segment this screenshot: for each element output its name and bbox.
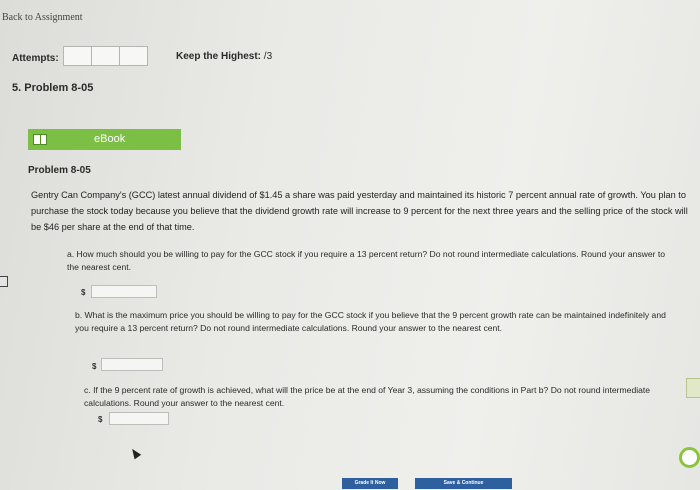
keep-highest-value: /3 (263, 51, 273, 62)
attempt-box-3 (119, 46, 148, 66)
part-c-question: c. If the 9 percent rate of growth is ac… (84, 385, 651, 408)
keep-highest-label: Keep the Highest: (176, 51, 262, 62)
attempt-box-2 (91, 46, 120, 66)
attempt-box-1 (63, 46, 92, 66)
attempts-label: Attempts: (12, 53, 59, 64)
save-continue-button[interactable]: Save & Continue (415, 478, 512, 489)
side-help-icon[interactable] (679, 447, 700, 468)
part-b-answer-input[interactable] (101, 358, 163, 371)
attempts-indicator (63, 46, 148, 66)
part-c-answer-input[interactable] (109, 412, 169, 425)
back-to-assignment-link[interactable]: Back to Assignment (2, 12, 83, 23)
ebook-label[interactable]: eBook (94, 133, 125, 145)
part-b-question: b. What is the maximum price you should … (75, 310, 666, 333)
mouse-cursor-icon (128, 446, 142, 460)
side-toolbar-icon[interactable] (686, 378, 700, 398)
book-icon (33, 134, 47, 145)
part-a-currency: $ (81, 288, 86, 297)
part-c-currency: $ (98, 415, 103, 424)
grade-it-now-button[interactable]: Grade It Now (342, 478, 398, 489)
keep-highest: Keep the Highest: /3 (176, 51, 272, 62)
problem-heading: 5. Problem 8-05 (12, 82, 94, 94)
problem-statement: Gentry Can Company's (GCC) latest annual… (31, 190, 688, 232)
side-panel-tab[interactable] (0, 276, 8, 287)
part-a-question: a. How much should you be willing to pay… (67, 249, 666, 272)
part-b-currency: $ (92, 362, 97, 371)
problem-title: Problem 8-05 (28, 165, 91, 176)
part-a-answer-input[interactable] (91, 285, 157, 298)
